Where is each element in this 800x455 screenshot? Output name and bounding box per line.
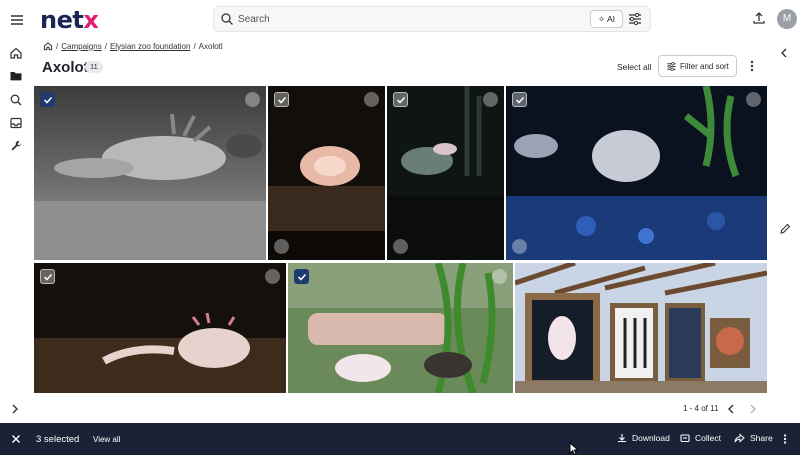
asset-tile[interactable] <box>34 263 286 393</box>
upload-icon[interactable] <box>752 11 766 25</box>
mouse-cursor-icon <box>569 442 580 455</box>
download-icon <box>618 434 626 443</box>
more-vert-icon[interactable] <box>747 59 757 73</box>
ai-search-button[interactable]: ✧ AI <box>590 10 623 28</box>
tile-more-button[interactable] <box>364 92 379 107</box>
left-rail <box>0 40 32 423</box>
netx-logo[interactable]: netx <box>40 6 99 34</box>
home-icon[interactable] <box>43 41 53 51</box>
search-input[interactable] <box>238 11 578 28</box>
tune-icon <box>667 62 676 71</box>
collect-button[interactable]: Collect <box>680 433 721 443</box>
tune-icon[interactable] <box>627 11 643 27</box>
breadcrumb-elysian-zoo[interactable]: Elysian zoo foundation <box>110 42 191 51</box>
breadcrumb-separator: / <box>104 41 107 51</box>
share-button[interactable]: Share <box>734 433 773 443</box>
chevron-right-icon[interactable] <box>10 403 20 415</box>
tile-checkbox[interactable] <box>274 92 289 107</box>
tile-more-button[interactable] <box>492 269 507 284</box>
download-button[interactable]: Download <box>617 433 670 443</box>
more-vert-icon[interactable] <box>781 433 789 445</box>
axolotl-photo <box>268 86 385 260</box>
chevron-left-icon[interactable] <box>726 403 736 415</box>
tile-checkbox[interactable] <box>393 92 408 107</box>
selected-count: 3 selected <box>36 434 80 445</box>
tile-checkbox[interactable] <box>294 269 309 284</box>
inbox-icon[interactable] <box>9 116 23 130</box>
tile-more-button[interactable] <box>245 92 260 107</box>
selection-bar: 3 selected View all Download Collect Sha… <box>0 423 800 455</box>
logo-accent: x <box>83 6 99 34</box>
breadcrumb-separator: / <box>56 41 59 51</box>
tile-download-button[interactable] <box>393 239 408 254</box>
sparkle-icon: ✧ <box>597 14 606 24</box>
share-label: Share <box>750 433 773 443</box>
filter-sort-button[interactable]: Filter and sort <box>658 55 737 77</box>
axolotl-photo <box>387 86 504 260</box>
avatar[interactable]: M <box>777 9 797 29</box>
tile-more-button[interactable] <box>483 92 498 107</box>
logo-text: net <box>40 6 84 34</box>
tile-checkbox[interactable] <box>512 92 527 107</box>
tile-more-button[interactable] <box>746 92 761 107</box>
folder-icon[interactable] <box>9 69 23 83</box>
search-icon <box>221 13 233 25</box>
asset-tile[interactable] <box>34 86 266 260</box>
tile-download-button[interactable] <box>512 239 527 254</box>
breadcrumb: / Campaigns / Elysian zoo foundation / A… <box>43 41 223 51</box>
tile-download-button[interactable] <box>274 239 289 254</box>
asset-tile[interactable] <box>387 86 504 260</box>
view-all-button[interactable]: View all <box>93 435 120 444</box>
tile-checkbox[interactable] <box>40 269 55 284</box>
filter-sort-label: Filter and sort <box>680 62 729 71</box>
share-icon <box>734 433 745 443</box>
item-count-badge: 11 <box>85 61 103 73</box>
asset-tile[interactable] <box>288 263 513 393</box>
ai-label: AI <box>607 14 616 24</box>
asset-tile[interactable] <box>515 263 767 393</box>
tile-checkbox[interactable] <box>40 92 55 107</box>
top-bar: netx ✧ AI M <box>0 0 800 40</box>
breadcrumb-separator: / <box>193 41 196 51</box>
axolotl-photo <box>34 86 266 260</box>
download-label: Download <box>632 433 670 443</box>
check-icon <box>43 273 53 281</box>
search-icon[interactable] <box>9 93 23 107</box>
chevron-left-icon[interactable] <box>779 47 789 59</box>
axolotl-photo <box>288 263 513 393</box>
pagination-range: 1 - 4 of 11 <box>683 404 719 413</box>
axolotl-photo <box>506 86 767 260</box>
check-icon <box>515 96 525 104</box>
check-icon <box>396 96 406 104</box>
asset-tile[interactable] <box>506 86 767 260</box>
collect-label: Collect <box>695 433 721 443</box>
search-bar: ✧ AI <box>213 6 651 32</box>
wrench-icon[interactable] <box>9 139 23 153</box>
menu-icon[interactable] <box>9 12 25 28</box>
tile-more-button[interactable] <box>265 269 280 284</box>
zoo-exhibit-photo <box>515 263 767 393</box>
asset-tile[interactable] <box>268 86 385 260</box>
check-icon <box>277 96 287 104</box>
axolotl-photo <box>34 263 286 393</box>
pencil-icon[interactable] <box>779 223 791 235</box>
collection-icon <box>680 434 690 443</box>
check-icon <box>297 273 307 281</box>
check-icon <box>43 96 53 104</box>
select-all-button[interactable]: Select all <box>617 62 652 72</box>
home-icon[interactable] <box>9 46 23 60</box>
close-icon[interactable] <box>11 434 21 444</box>
breadcrumb-current: Axolotl <box>198 41 223 51</box>
chevron-right-icon[interactable] <box>748 403 758 415</box>
breadcrumb-campaigns[interactable]: Campaigns <box>61 42 101 51</box>
